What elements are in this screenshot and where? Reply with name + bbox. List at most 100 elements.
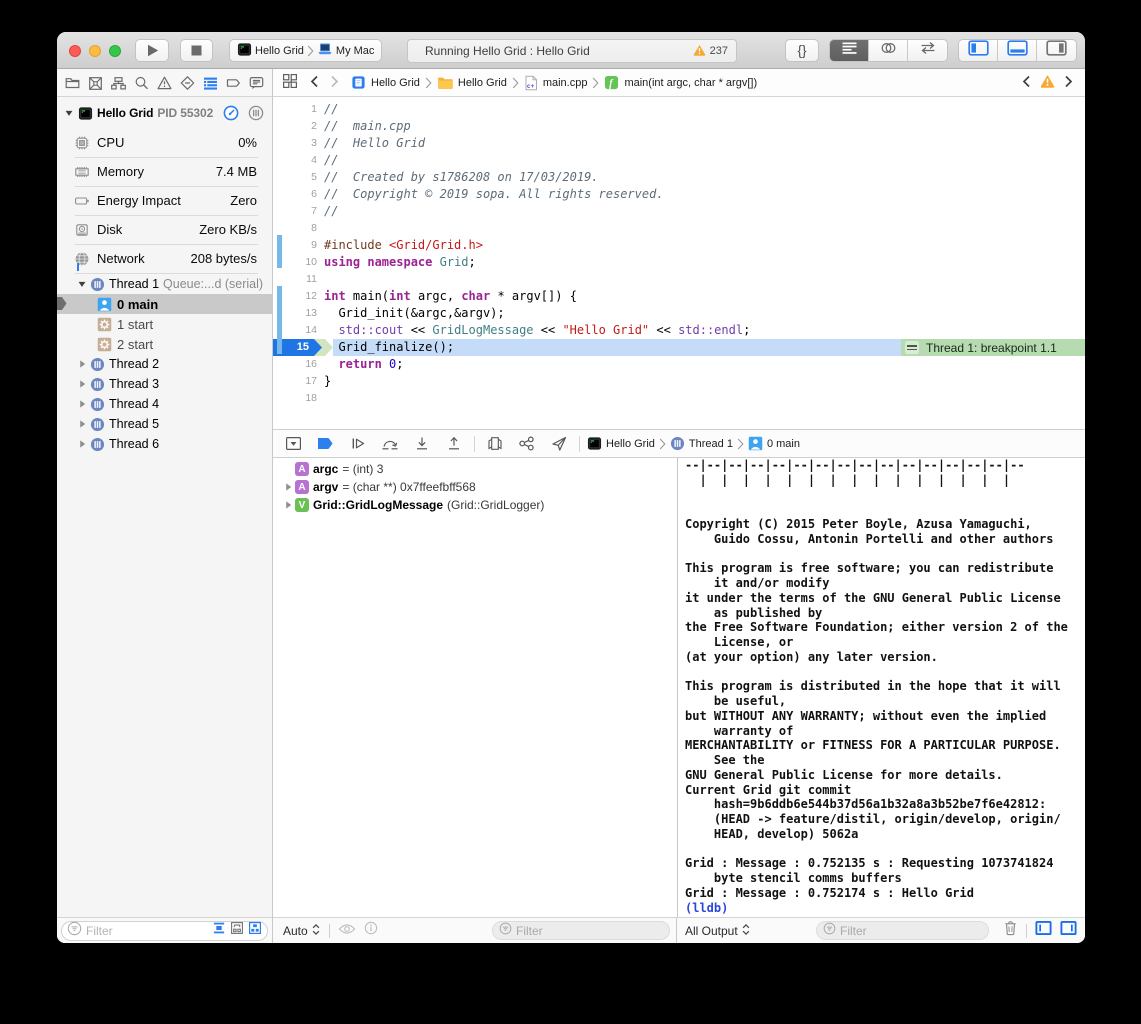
jump-crumb-3[interactable]: fmain(int argc, char * argv[]) [604,75,757,90]
breakpoint-annotation[interactable]: Thread 1: breakpoint 1.1 [901,339,1085,356]
source-editor[interactable]: 1//2// main.cpp3// Hello Grid4//5// Crea… [273,98,1085,429]
code-line-17[interactable]: 17} [273,373,1085,390]
code-line-15[interactable]: 15Thread 1: breakpoint 1.1 Grid_finalize… [273,339,1085,356]
step-over-button[interactable] [377,433,402,455]
gauge-row-cpu[interactable]: CPU0% [57,128,272,157]
line-number[interactable]: 1 [273,101,317,118]
variable-row-argv[interactable]: Aargv= (char **) 0x7ffeefbff568 [273,478,677,496]
navigator-tab-source-control-navigator[interactable] [84,71,107,95]
disclosure-down-icon[interactable] [77,279,87,289]
debug-crumb-0[interactable]: Hello Grid [587,436,655,451]
stack-frame-2[interactable]: 2 start [57,334,272,354]
disclosure-right-icon[interactable] [77,379,87,389]
console-output-popup[interactable]: All Output [685,923,751,939]
next-issue-button[interactable] [1064,75,1073,91]
info-icon[interactable] [364,921,378,940]
gauge-row-memory[interactable]: Memory7.4 MB [57,157,272,186]
scheme-selector[interactable]: Hello Grid My Mac [229,39,382,62]
issue-warning-icon[interactable] [1040,74,1055,91]
filter-queues-icon[interactable] [248,921,262,940]
step-into-button[interactable] [409,433,434,455]
disclosure-right-icon[interactable] [77,439,87,449]
process-row[interactable]: Hello GridPID 55302 [57,98,272,128]
minimize-button[interactable] [89,45,101,57]
code-line-12[interactable]: 12int main(int argc, char * argv[]) { [273,288,1085,305]
profile-gauge-button[interactable] [223,105,239,121]
line-number[interactable]: 7 [273,203,317,220]
navigator-filter-field[interactable]: Filter [61,921,268,941]
toggle-inspector-button[interactable] [1037,40,1076,61]
run-button[interactable] [135,39,169,62]
gauge-row-network[interactable]: Network208 bytes/s [57,244,272,273]
filter-flatten-icon[interactable] [212,921,226,940]
breakpoints-toggle-button[interactable] [313,433,338,455]
toggle-console-button[interactable] [1060,920,1077,941]
previous-issue-button[interactable] [1022,75,1031,91]
sidebar-divider[interactable] [272,69,273,943]
thread-row-thread-2[interactable]: Thread 2 [57,354,272,374]
thread-row-thread-5[interactable]: Thread 5 [57,414,272,434]
console-view[interactable]: --|--|--|--|--|--|--|--|--|--|--|--|--|-… [678,458,1085,917]
thread-row-thread-1[interactable]: Thread 1Queue:...d (serial) [57,274,272,294]
quicklook-icon[interactable] [338,922,356,940]
toggle-debug-area-button[interactable] [998,40,1037,61]
forward-button[interactable] [330,75,339,91]
close-button[interactable] [69,45,81,57]
line-number[interactable]: 18 [273,390,317,407]
disclosure-right-icon[interactable] [77,399,87,409]
line-number[interactable]: 3 [273,135,317,152]
thread-row-thread-3[interactable]: Thread 3 [57,374,272,394]
code-line-9[interactable]: 9#include <Grid/Grid.h> [273,237,1085,254]
code-line-1[interactable]: 1// [273,101,1085,118]
related-items-icon[interactable] [282,73,298,92]
toggle-variables-view-button[interactable] [1035,920,1052,941]
view-process-by-button[interactable] [248,105,264,121]
variables-scope-popup[interactable]: Auto [283,923,321,939]
disclosure-right-icon[interactable] [283,482,293,492]
code-line-7[interactable]: 7// [273,203,1085,220]
code-line-8[interactable]: 8 [273,220,1085,237]
navigator-tab-report-navigator[interactable] [245,71,268,95]
navigator-tab-symbol-navigator[interactable] [107,71,130,95]
stack-frame-0[interactable]: 0 main [57,294,272,314]
line-number[interactable]: 16 [273,356,317,373]
jump-crumb-1[interactable]: Hello Grid [437,76,507,90]
code-line-13[interactable]: 13 Grid_init(&argc,&argv); [273,305,1085,322]
gauge-row-energy-impact[interactable]: Energy ImpactZero [57,186,272,215]
disclosure-right-icon[interactable] [77,359,87,369]
version-editor-button[interactable] [908,40,947,61]
navigator-tab-find-navigator[interactable] [130,71,153,95]
code-line-14[interactable]: 14 std::cout << GridLogMessage << "Hello… [273,322,1085,339]
variables-filter-field[interactable]: Filter [492,921,670,940]
navigator-tab-debug-navigator[interactable] [199,71,222,95]
code-line-6[interactable]: 6// Copyright © 2019 sopa. All rights re… [273,186,1085,203]
thread-row-thread-4[interactable]: Thread 4 [57,394,272,414]
back-button[interactable] [310,75,319,91]
line-number[interactable]: 2 [273,118,317,135]
assistant-editor-button[interactable] [869,40,908,61]
navigator-tab-test-navigator[interactable] [176,71,199,95]
filter-threads-icon[interactable] [230,921,244,940]
disclosure-right-icon[interactable] [283,500,293,510]
debug-crumb-2[interactable]: 0 main [748,436,800,451]
stack-frame-1[interactable]: 1 start [57,314,272,334]
code-line-10[interactable]: 10using namespace Grid; [273,254,1085,271]
debug-view-hierarchy-button[interactable] [482,433,507,455]
stop-button[interactable] [180,39,213,62]
hide-debug-area-button[interactable] [281,433,306,455]
line-number[interactable]: 5 [273,169,317,186]
line-number[interactable]: 6 [273,186,317,203]
code-line-5[interactable]: 5// Created by s1786208 on 17/03/2019. [273,169,1085,186]
navigator-tab-project-navigator[interactable] [61,71,84,95]
thread-row-thread-6[interactable]: Thread 6 [57,434,272,454]
variable-row-Grid::GridLogMessage[interactable]: VGrid::GridLogMessage(Grid::GridLogger) [273,496,677,514]
navigator-tab-issue-navigator[interactable] [153,71,176,95]
line-number[interactable]: 17 [273,373,317,390]
simulate-location-button[interactable] [546,433,571,455]
disclosure-right-icon[interactable] [77,419,87,429]
step-out-button[interactable] [441,433,466,455]
library-button[interactable]: {} [785,39,819,62]
code-line-2[interactable]: 2// main.cpp [273,118,1085,135]
code-line-11[interactable]: 11 [273,271,1085,288]
jump-crumb-2[interactable]: c+main.cpp [524,75,588,91]
